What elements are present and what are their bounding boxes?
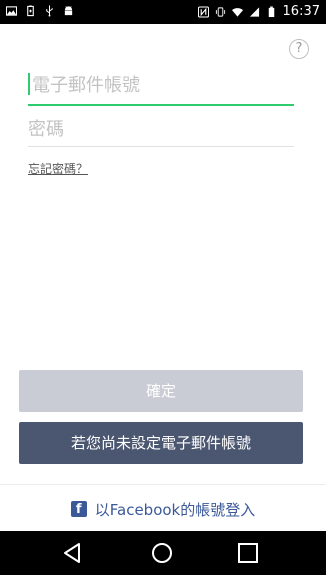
- status-right-icons: 16:37: [197, 4, 320, 20]
- facebook-icon: f: [70, 501, 87, 517]
- email-field-container: [28, 70, 298, 106]
- status-time: 16:37: [282, 4, 320, 19]
- help-icon: ?: [295, 41, 303, 56]
- signal-icon: [249, 7, 259, 17]
- wifi-icon: [231, 8, 243, 17]
- recent-apps-icon[interactable]: [236, 541, 260, 565]
- android-icon: [64, 6, 73, 16]
- help-button[interactable]: ?: [289, 39, 309, 59]
- image-icon: [6, 6, 17, 16]
- back-icon[interactable]: [60, 541, 84, 565]
- email-field[interactable]: [28, 70, 298, 100]
- facebook-login-label: 以Facebook的帳號登入: [94, 500, 256, 519]
- facebook-login-button[interactable]: f 以Facebook的帳號登入: [0, 496, 326, 522]
- password-field[interactable]: [28, 114, 294, 144]
- divider: [0, 484, 326, 485]
- text-cursor: [28, 73, 30, 95]
- navigation-bar: [0, 531, 326, 575]
- status-bar: 16:37: [0, 0, 326, 24]
- battery-icon: [268, 6, 274, 18]
- forgot-password-link[interactable]: 忘記密碼？: [28, 160, 88, 177]
- nfc-icon: [197, 6, 209, 18]
- home-icon[interactable]: [150, 541, 174, 565]
- password-field-container: [28, 114, 294, 147]
- app-frame: 16:37 ? 忘記密碼？ 確定 若您尚未設定電子郵件帳號 f 以Faceboo…: [0, 0, 326, 575]
- vibrate-icon: [215, 7, 225, 17]
- set-email-button[interactable]: 若您尚未設定電子郵件帳號: [19, 422, 303, 464]
- confirm-button[interactable]: 確定: [19, 370, 303, 412]
- battery-saver-icon: [27, 5, 34, 17]
- usb-icon: [46, 5, 53, 17]
- status-left-icons: [6, 5, 74, 17]
